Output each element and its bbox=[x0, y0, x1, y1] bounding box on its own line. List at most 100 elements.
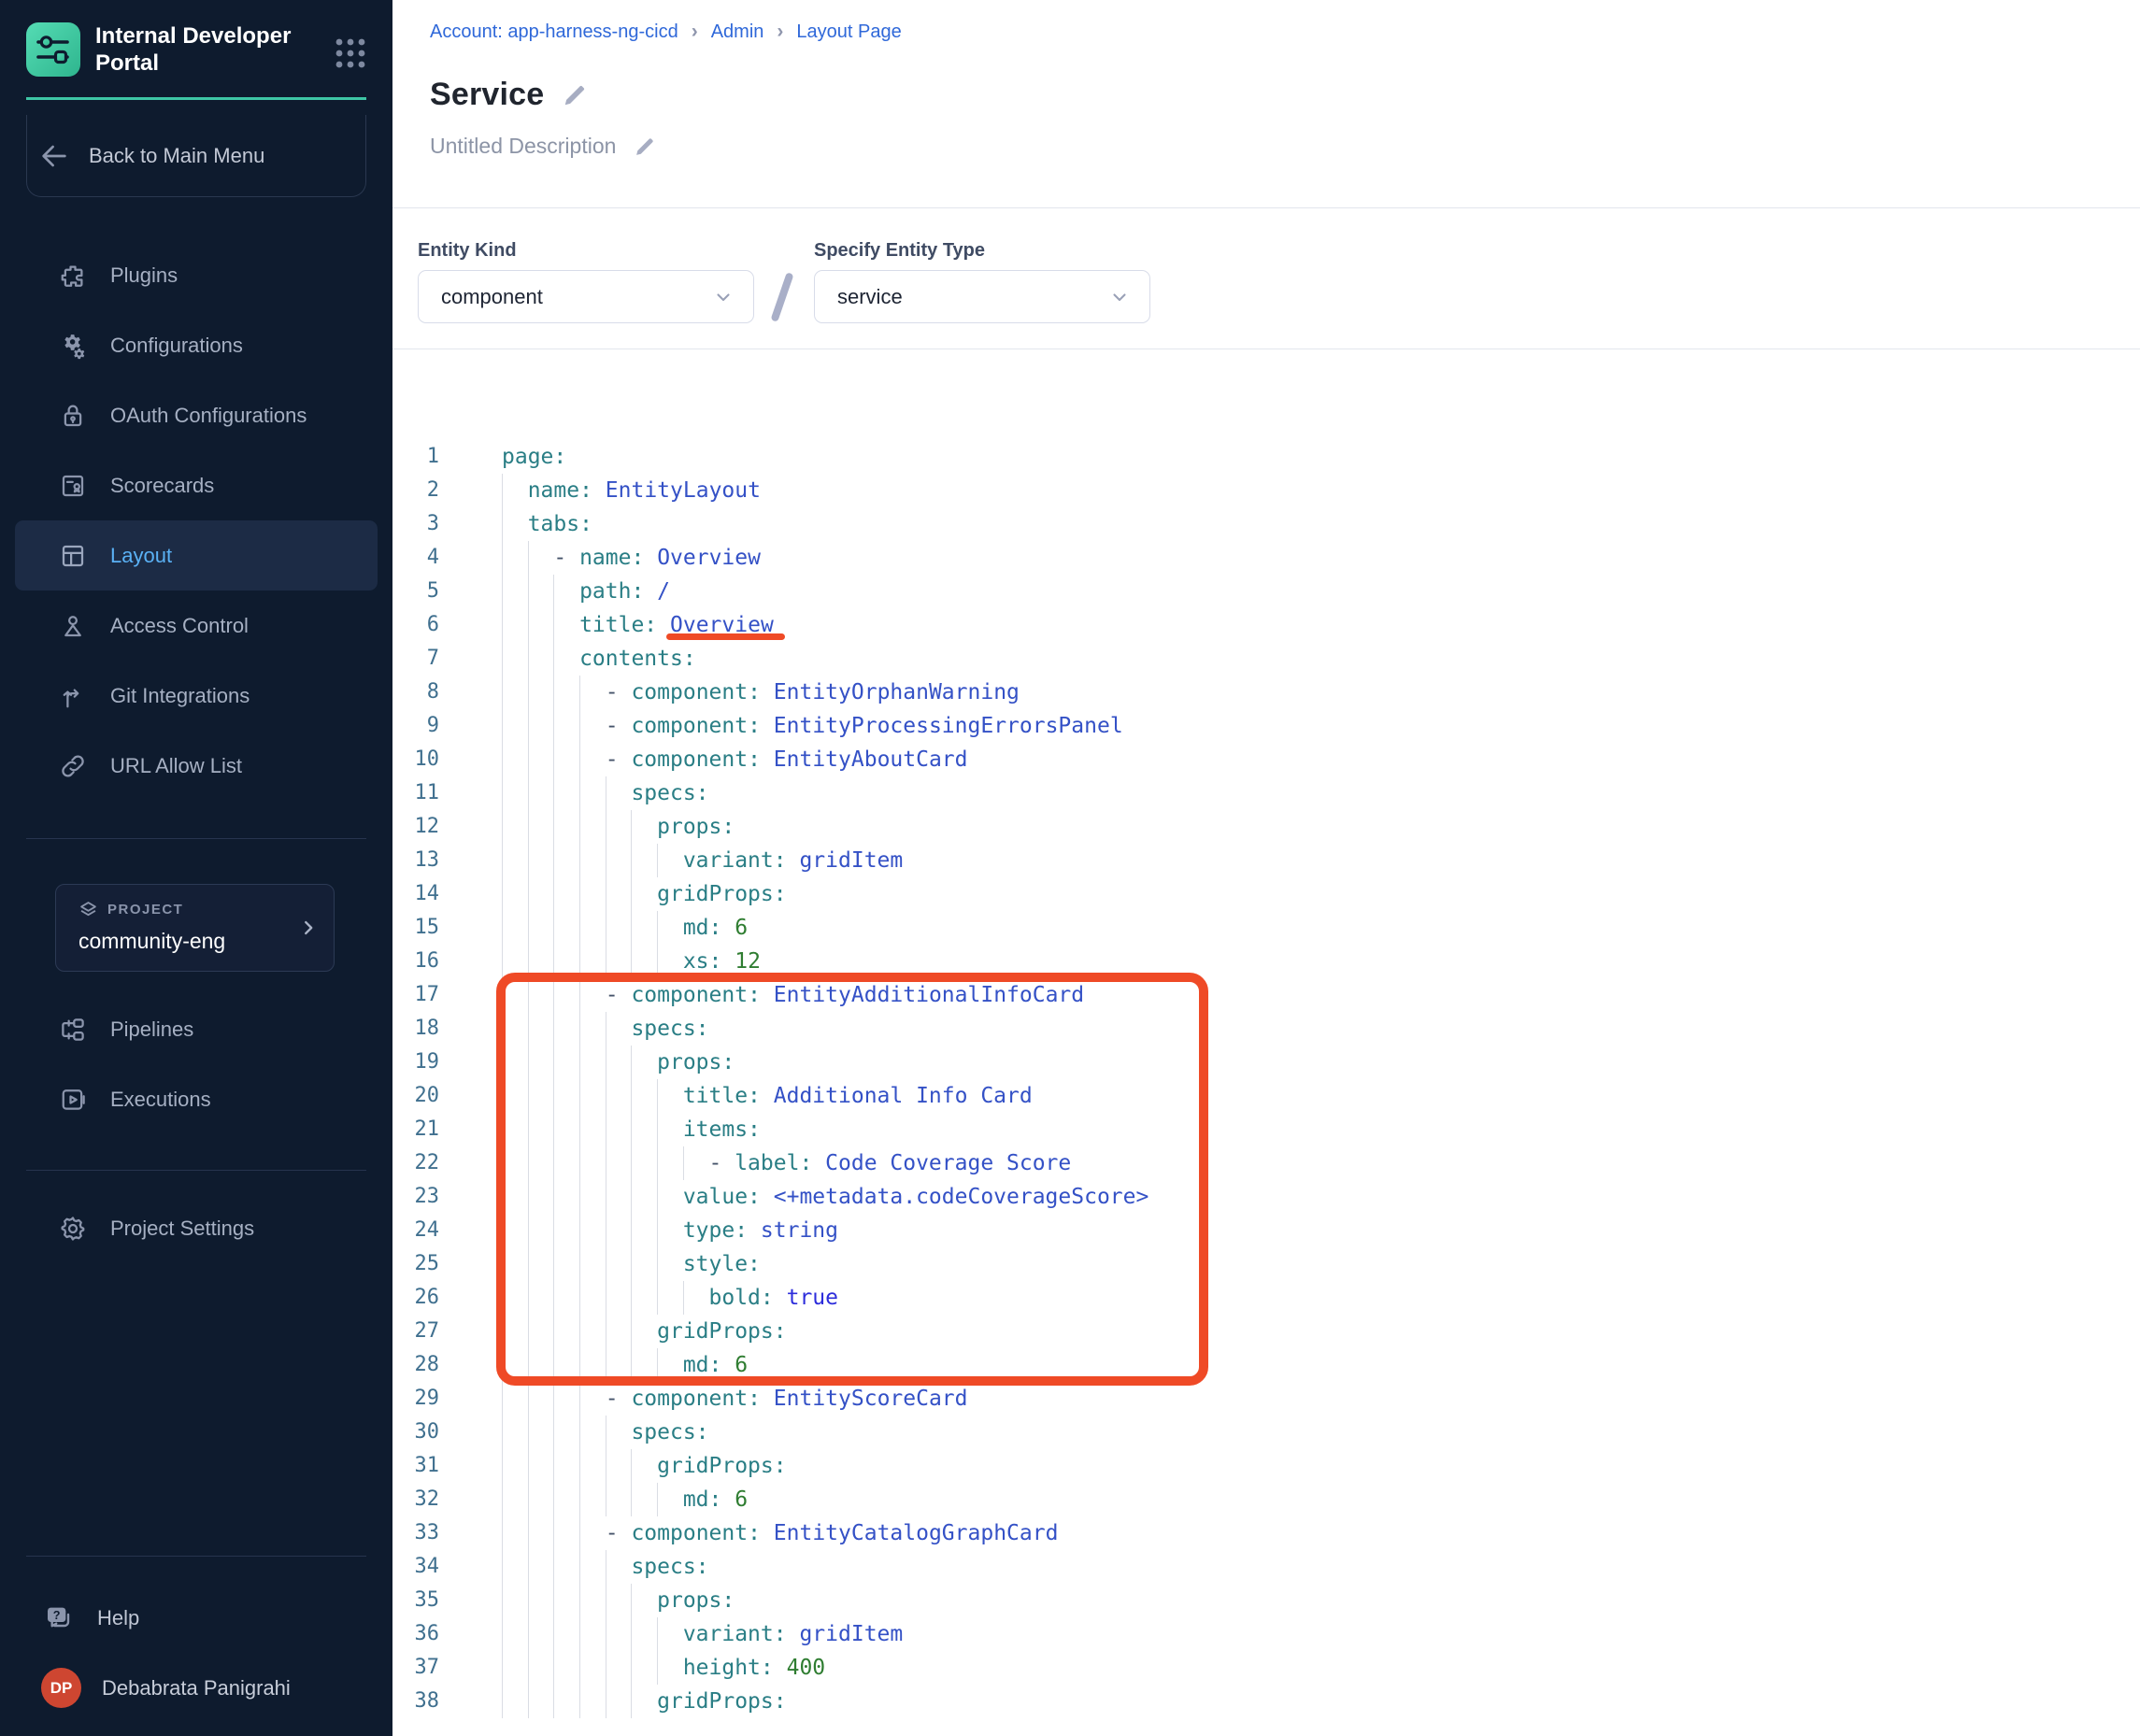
indent-guide bbox=[606, 1281, 632, 1315]
code-line: 16xs: 12 bbox=[392, 945, 2140, 978]
indent-guide bbox=[528, 1113, 554, 1146]
indent-guide bbox=[579, 1483, 606, 1516]
line-number: 36 bbox=[392, 1617, 439, 1651]
code-text: - label: Code Coverage Score bbox=[502, 1146, 1071, 1180]
line-number: 26 bbox=[392, 1281, 439, 1315]
indent-guide bbox=[606, 945, 632, 978]
line-number: 32 bbox=[392, 1483, 439, 1516]
code-line: 32md: 6 bbox=[392, 1483, 2140, 1516]
back-to-main-menu-label: Back to Main Menu bbox=[89, 144, 264, 168]
code-text: height: 400 bbox=[502, 1651, 825, 1685]
indent-guide bbox=[553, 1281, 579, 1315]
indent-guide bbox=[631, 1651, 657, 1685]
entity-kind-select[interactable]: component bbox=[418, 270, 754, 323]
indent-guide bbox=[553, 1449, 579, 1483]
page-header: Account: app-harness-ng-cicd›Admin›Layou… bbox=[392, 0, 2140, 159]
indent-guide bbox=[528, 776, 554, 810]
line-number: 31 bbox=[392, 1449, 439, 1483]
help-button[interactable]: ? Help bbox=[0, 1583, 392, 1653]
breadcrumb-link-admin[interactable]: Admin bbox=[711, 21, 764, 43]
indent-guide bbox=[631, 810, 657, 844]
project-selector[interactable]: PROJECT community-eng bbox=[55, 884, 335, 972]
indent-guide bbox=[631, 1449, 657, 1483]
yaml-dash: - bbox=[606, 1387, 632, 1411]
yaml-token: props: bbox=[657, 1050, 735, 1074]
indent-guide bbox=[528, 1214, 554, 1247]
sidebar-item-label: Scorecards bbox=[110, 474, 214, 498]
code-line: 5path: / bbox=[392, 575, 2140, 608]
indent-guide bbox=[502, 1516, 528, 1550]
user-menu[interactable]: DP Debabrata Panigrahi bbox=[0, 1653, 392, 1723]
yaml-token: specs: bbox=[631, 1017, 708, 1041]
indent-guide bbox=[502, 1079, 528, 1113]
sidebar-item-oauth-configurations[interactable]: OAuth Configurations bbox=[15, 380, 378, 450]
line-number: 7 bbox=[392, 642, 439, 676]
code-text: title: Additional Info Card bbox=[502, 1079, 1033, 1113]
code-line: 7contents: bbox=[392, 642, 2140, 676]
indent-guide bbox=[579, 1651, 606, 1685]
indent-guide bbox=[502, 1584, 528, 1617]
sidebar-item-pipelines[interactable]: Pipelines bbox=[15, 994, 378, 1064]
yaml-token: specs: bbox=[631, 1555, 708, 1579]
indent-guide bbox=[502, 1685, 528, 1718]
indent-guide bbox=[502, 608, 528, 642]
indent-guide bbox=[502, 507, 528, 541]
yaml-token: type: bbox=[683, 1218, 748, 1243]
indent-guide bbox=[502, 1382, 528, 1416]
project-label: PROJECT bbox=[107, 902, 183, 918]
code-text: path: / bbox=[502, 575, 670, 608]
yaml-editor[interactable]: 1page:2name: EntityLayout3tabs:4- name: … bbox=[392, 440, 2140, 1718]
code-line: 6title: Overview bbox=[392, 608, 2140, 642]
sidebar-item-executions[interactable]: Executions bbox=[15, 1064, 378, 1134]
indent-guide bbox=[657, 1348, 683, 1382]
yaml-token: component: bbox=[631, 1387, 760, 1411]
code-line: 29- component: EntityScoreCard bbox=[392, 1382, 2140, 1416]
indent-guide bbox=[502, 743, 528, 776]
indent-guide bbox=[502, 575, 528, 608]
code-text: variant: gridItem bbox=[502, 844, 903, 877]
edit-description-pencil-icon[interactable] bbox=[633, 135, 657, 159]
indent-guide bbox=[553, 1214, 579, 1247]
entity-type-select[interactable]: service bbox=[814, 270, 1150, 323]
breadcrumb-link-account[interactable]: Account: app-harness-ng-cicd bbox=[430, 21, 678, 43]
indent-guide bbox=[657, 1281, 683, 1315]
indent-guide bbox=[528, 1617, 554, 1651]
yaml-token: label: bbox=[735, 1151, 812, 1175]
yaml-token: component: bbox=[631, 747, 760, 772]
code-line: 31gridProps: bbox=[392, 1449, 2140, 1483]
idp-logo-icon bbox=[26, 22, 80, 77]
sidebar-item-configurations[interactable]: Configurations bbox=[15, 310, 378, 380]
sidebar-item-project-settings[interactable]: Project Settings bbox=[15, 1193, 378, 1263]
indent-guide bbox=[502, 1449, 528, 1483]
edit-title-pencil-icon[interactable] bbox=[561, 81, 589, 109]
back-to-main-menu-button[interactable]: Back to Main Menu bbox=[26, 115, 366, 197]
sidebar-item-layout[interactable]: Layout bbox=[15, 520, 378, 591]
sidebar-item-scorecards[interactable]: Scorecards bbox=[15, 450, 378, 520]
indent-guide bbox=[553, 676, 579, 709]
gear-icon bbox=[59, 1215, 87, 1243]
indent-guide bbox=[579, 1146, 606, 1180]
indent-guide bbox=[553, 1651, 579, 1685]
sidebar-item-access-control[interactable]: Access Control bbox=[15, 591, 378, 661]
indent-guide bbox=[528, 1516, 554, 1550]
pipelines-icon bbox=[59, 1016, 87, 1044]
sidebar-item-git-integrations[interactable]: Git Integrations bbox=[15, 661, 378, 731]
yaml-token: 6 bbox=[735, 1353, 748, 1377]
indent-guide bbox=[631, 1180, 657, 1214]
indent-guide bbox=[502, 1214, 528, 1247]
yaml-token: EntityLayout bbox=[606, 478, 761, 503]
code-line: 15md: 6 bbox=[392, 911, 2140, 945]
yaml-token: variant: bbox=[683, 848, 787, 873]
code-line: 2name: EntityLayout bbox=[392, 474, 2140, 507]
indent-guide bbox=[579, 1079, 606, 1113]
line-number: 4 bbox=[392, 541, 439, 575]
sidebar-item-label: Configurations bbox=[110, 334, 243, 358]
indent-guide bbox=[579, 844, 606, 877]
indent-guide bbox=[553, 1180, 579, 1214]
code-line: 8- component: EntityOrphanWarning bbox=[392, 676, 2140, 709]
breadcrumb-link-layout-page[interactable]: Layout Page bbox=[796, 21, 901, 43]
indent-guide bbox=[553, 709, 579, 743]
grid-menu-icon[interactable] bbox=[335, 37, 366, 69]
sidebar-item-url-allow-list[interactable]: URL Allow List bbox=[15, 731, 378, 801]
sidebar-item-plugins[interactable]: Plugins bbox=[15, 240, 378, 310]
